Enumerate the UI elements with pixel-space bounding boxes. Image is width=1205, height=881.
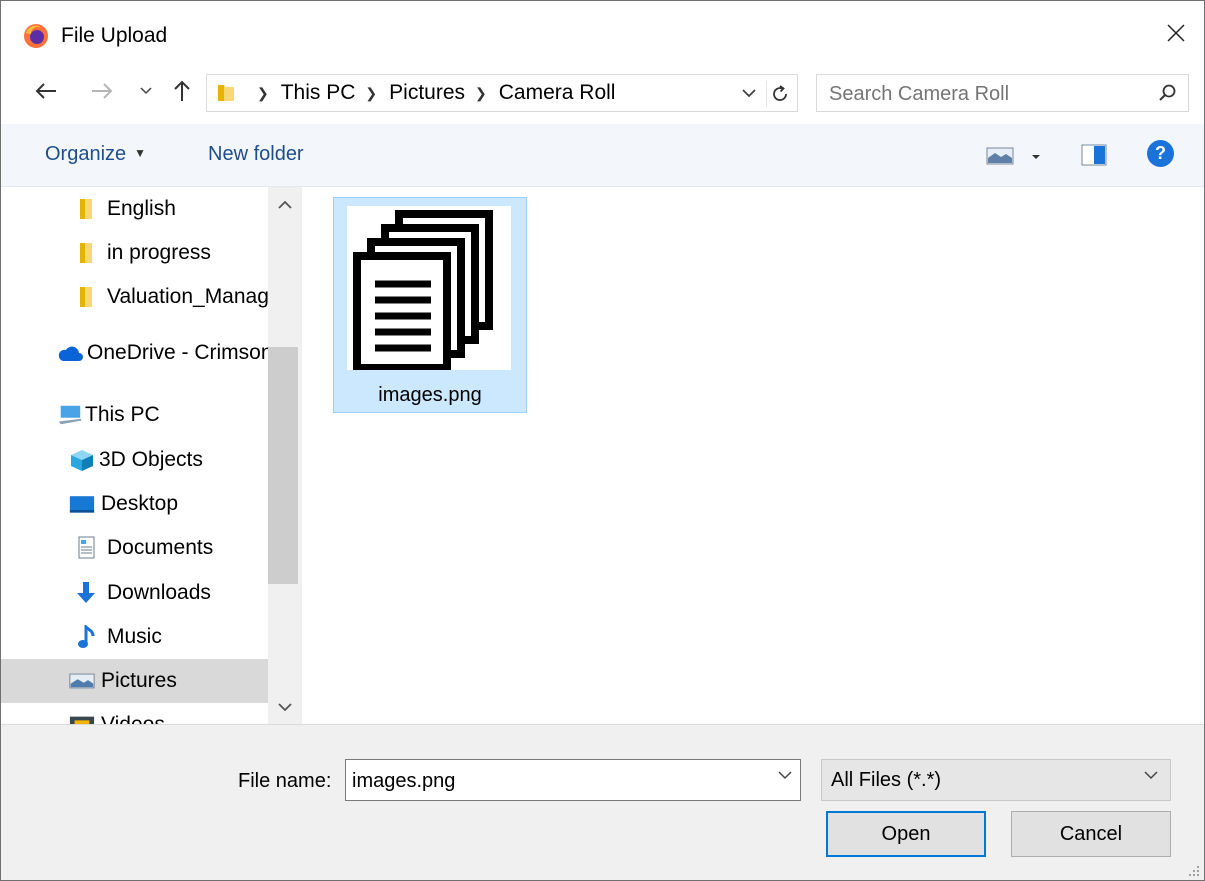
up-arrow-icon bbox=[174, 80, 190, 101]
file-item-images-png[interactable]: images.png bbox=[333, 197, 527, 413]
resize-grip-icon[interactable] bbox=[1186, 863, 1200, 877]
sidebar-item-label: 3D Objects bbox=[99, 448, 203, 471]
sidebar-item-label: This PC bbox=[85, 403, 160, 426]
up-button[interactable] bbox=[167, 76, 197, 106]
chevron-up-icon bbox=[277, 200, 292, 209]
chevron-down-icon[interactable] bbox=[778, 771, 792, 780]
sidebar-item-videos[interactable]: Videos bbox=[1, 703, 268, 724]
recent-locations-button[interactable] bbox=[131, 76, 161, 106]
sidebar-item-onedrive[interactable]: OneDrive - Crimson bbox=[1, 331, 268, 375]
chevron-right-icon: ❯ bbox=[257, 84, 269, 101]
preview-pane-button[interactable] bbox=[1081, 143, 1107, 167]
file-type-filter-value: All Files (*.*) bbox=[831, 769, 942, 791]
window-title: File Upload bbox=[61, 24, 168, 47]
downloads-arrow-icon bbox=[73, 581, 99, 605]
sidebar-item-music[interactable]: Music bbox=[1, 615, 268, 659]
refresh-icon bbox=[773, 85, 787, 101]
documents-icon bbox=[73, 536, 99, 560]
preview-pane-icon bbox=[1081, 144, 1107, 166]
desktop-icon bbox=[69, 492, 95, 516]
3d-objects-icon bbox=[69, 448, 95, 472]
sidebar-item-this-pc[interactable]: This PC bbox=[1, 393, 268, 437]
sidebar-item-english[interactable]: English bbox=[1, 187, 268, 231]
videos-icon bbox=[69, 713, 95, 724]
breadcrumb-camera-roll[interactable]: Camera Roll bbox=[499, 81, 616, 105]
cancel-button[interactable]: Cancel bbox=[1011, 811, 1171, 857]
file-name-label: File name: bbox=[238, 770, 332, 792]
address-history-dropdown[interactable] bbox=[739, 83, 759, 103]
sidebar-item-label: Pictures bbox=[101, 669, 177, 692]
sidebar-item-in-progress[interactable]: in progress bbox=[1, 231, 268, 275]
command-toolbar: Organize ▼ New folder ? bbox=[1, 124, 1204, 187]
sidebar-item-3d-objects[interactable]: 3D Objects bbox=[1, 438, 268, 482]
navigation-row: ❯ This PC ❯ Pictures ❯ Camera Roll bbox=[1, 61, 1204, 123]
file-name-combobox[interactable] bbox=[345, 759, 801, 802]
new-folder-button[interactable]: New folder bbox=[208, 143, 304, 166]
file-name-input[interactable] bbox=[346, 760, 774, 802]
refresh-button[interactable] bbox=[766, 81, 793, 107]
sidebar-item-documents[interactable]: Documents bbox=[1, 526, 268, 570]
help-button[interactable]: ? bbox=[1147, 140, 1174, 167]
navigation-pane: English in progress Valuation_Management… bbox=[1, 187, 301, 724]
file-thumbnail bbox=[347, 206, 511, 372]
organize-label: Organize bbox=[45, 143, 127, 165]
search-input[interactable] bbox=[817, 75, 1151, 113]
forward-arrow-icon bbox=[92, 83, 113, 99]
sidebar-item-label: in progress bbox=[107, 241, 211, 264]
sidebar-item-valuation-management[interactable]: Valuation_Management bbox=[1, 275, 268, 319]
chevron-down-icon bbox=[140, 87, 152, 95]
sidebar-item-desktop[interactable]: Desktop bbox=[1, 482, 268, 526]
folder-icon bbox=[73, 285, 99, 309]
address-bar[interactable]: ❯ This PC ❯ Pictures ❯ Camera Roll bbox=[206, 74, 798, 112]
scroll-down-button[interactable] bbox=[268, 692, 301, 722]
folder-icon bbox=[73, 197, 99, 221]
sidebar-item-label: Downloads bbox=[107, 581, 211, 604]
organize-button[interactable]: Organize ▼ bbox=[45, 143, 146, 166]
back-button[interactable] bbox=[31, 76, 61, 106]
caret-down-icon: ▼ bbox=[134, 146, 147, 160]
computer-icon bbox=[57, 403, 83, 427]
breadcrumb-pictures[interactable]: Pictures bbox=[389, 81, 465, 105]
sidebar-item-pictures[interactable]: Pictures bbox=[1, 659, 268, 703]
search-icon bbox=[1159, 84, 1176, 101]
open-button[interactable]: Open bbox=[826, 811, 986, 857]
pictures-icon bbox=[69, 669, 95, 693]
bottom-panel: File name: All Files (*.*) Open Cancel bbox=[1, 724, 1204, 880]
music-note-icon bbox=[73, 625, 99, 649]
firefox-icon bbox=[24, 24, 48, 48]
title-bar: File Upload bbox=[1, 1, 1204, 61]
view-options-icon bbox=[986, 147, 1040, 165]
folder-icon bbox=[73, 241, 99, 265]
folder-icon bbox=[218, 85, 234, 101]
search-box[interactable] bbox=[816, 74, 1189, 113]
sidebar-item-label: English bbox=[107, 197, 176, 220]
close-button[interactable] bbox=[1154, 13, 1198, 53]
chevron-down-icon bbox=[277, 702, 292, 711]
file-upload-dialog: File Upload ❯ This PC ❯ Pictures ❯ Camer… bbox=[0, 0, 1205, 881]
chevron-right-icon: ❯ bbox=[475, 84, 487, 101]
sidebar-item-label: Videos bbox=[101, 713, 165, 724]
sidebar-item-label: Music bbox=[107, 625, 162, 648]
sidebar-item-downloads[interactable]: Downloads bbox=[1, 571, 268, 615]
file-name-label: images.png bbox=[378, 384, 482, 406]
sidebar-item-label: Desktop bbox=[101, 492, 179, 515]
back-arrow-icon bbox=[35, 83, 56, 99]
forward-button[interactable] bbox=[87, 76, 117, 106]
onedrive-cloud-icon bbox=[57, 341, 83, 365]
file-list[interactable]: images.png bbox=[301, 187, 1204, 724]
sidebar-item-label: Valuation_Management bbox=[107, 285, 268, 308]
sidebar-item-label: OneDrive - Crimson bbox=[87, 341, 268, 364]
file-type-filter[interactable]: All Files (*.*) bbox=[821, 759, 1171, 801]
sidebar-item-label: Documents bbox=[107, 536, 214, 559]
close-icon bbox=[1167, 24, 1185, 42]
nav-scrollbar-thumb[interactable] bbox=[268, 347, 298, 584]
chevron-right-icon: ❯ bbox=[365, 84, 378, 101]
scroll-up-button[interactable] bbox=[268, 189, 301, 219]
chevron-down-icon bbox=[742, 88, 756, 97]
chevron-down-icon bbox=[1144, 771, 1158, 780]
documents-stack-icon bbox=[353, 210, 493, 372]
change-view-button[interactable] bbox=[986, 144, 1046, 168]
breadcrumb: ❯ This PC ❯ Pictures ❯ Camera Roll bbox=[247, 75, 615, 111]
breadcrumb-this-pc[interactable]: This PC bbox=[281, 81, 356, 105]
